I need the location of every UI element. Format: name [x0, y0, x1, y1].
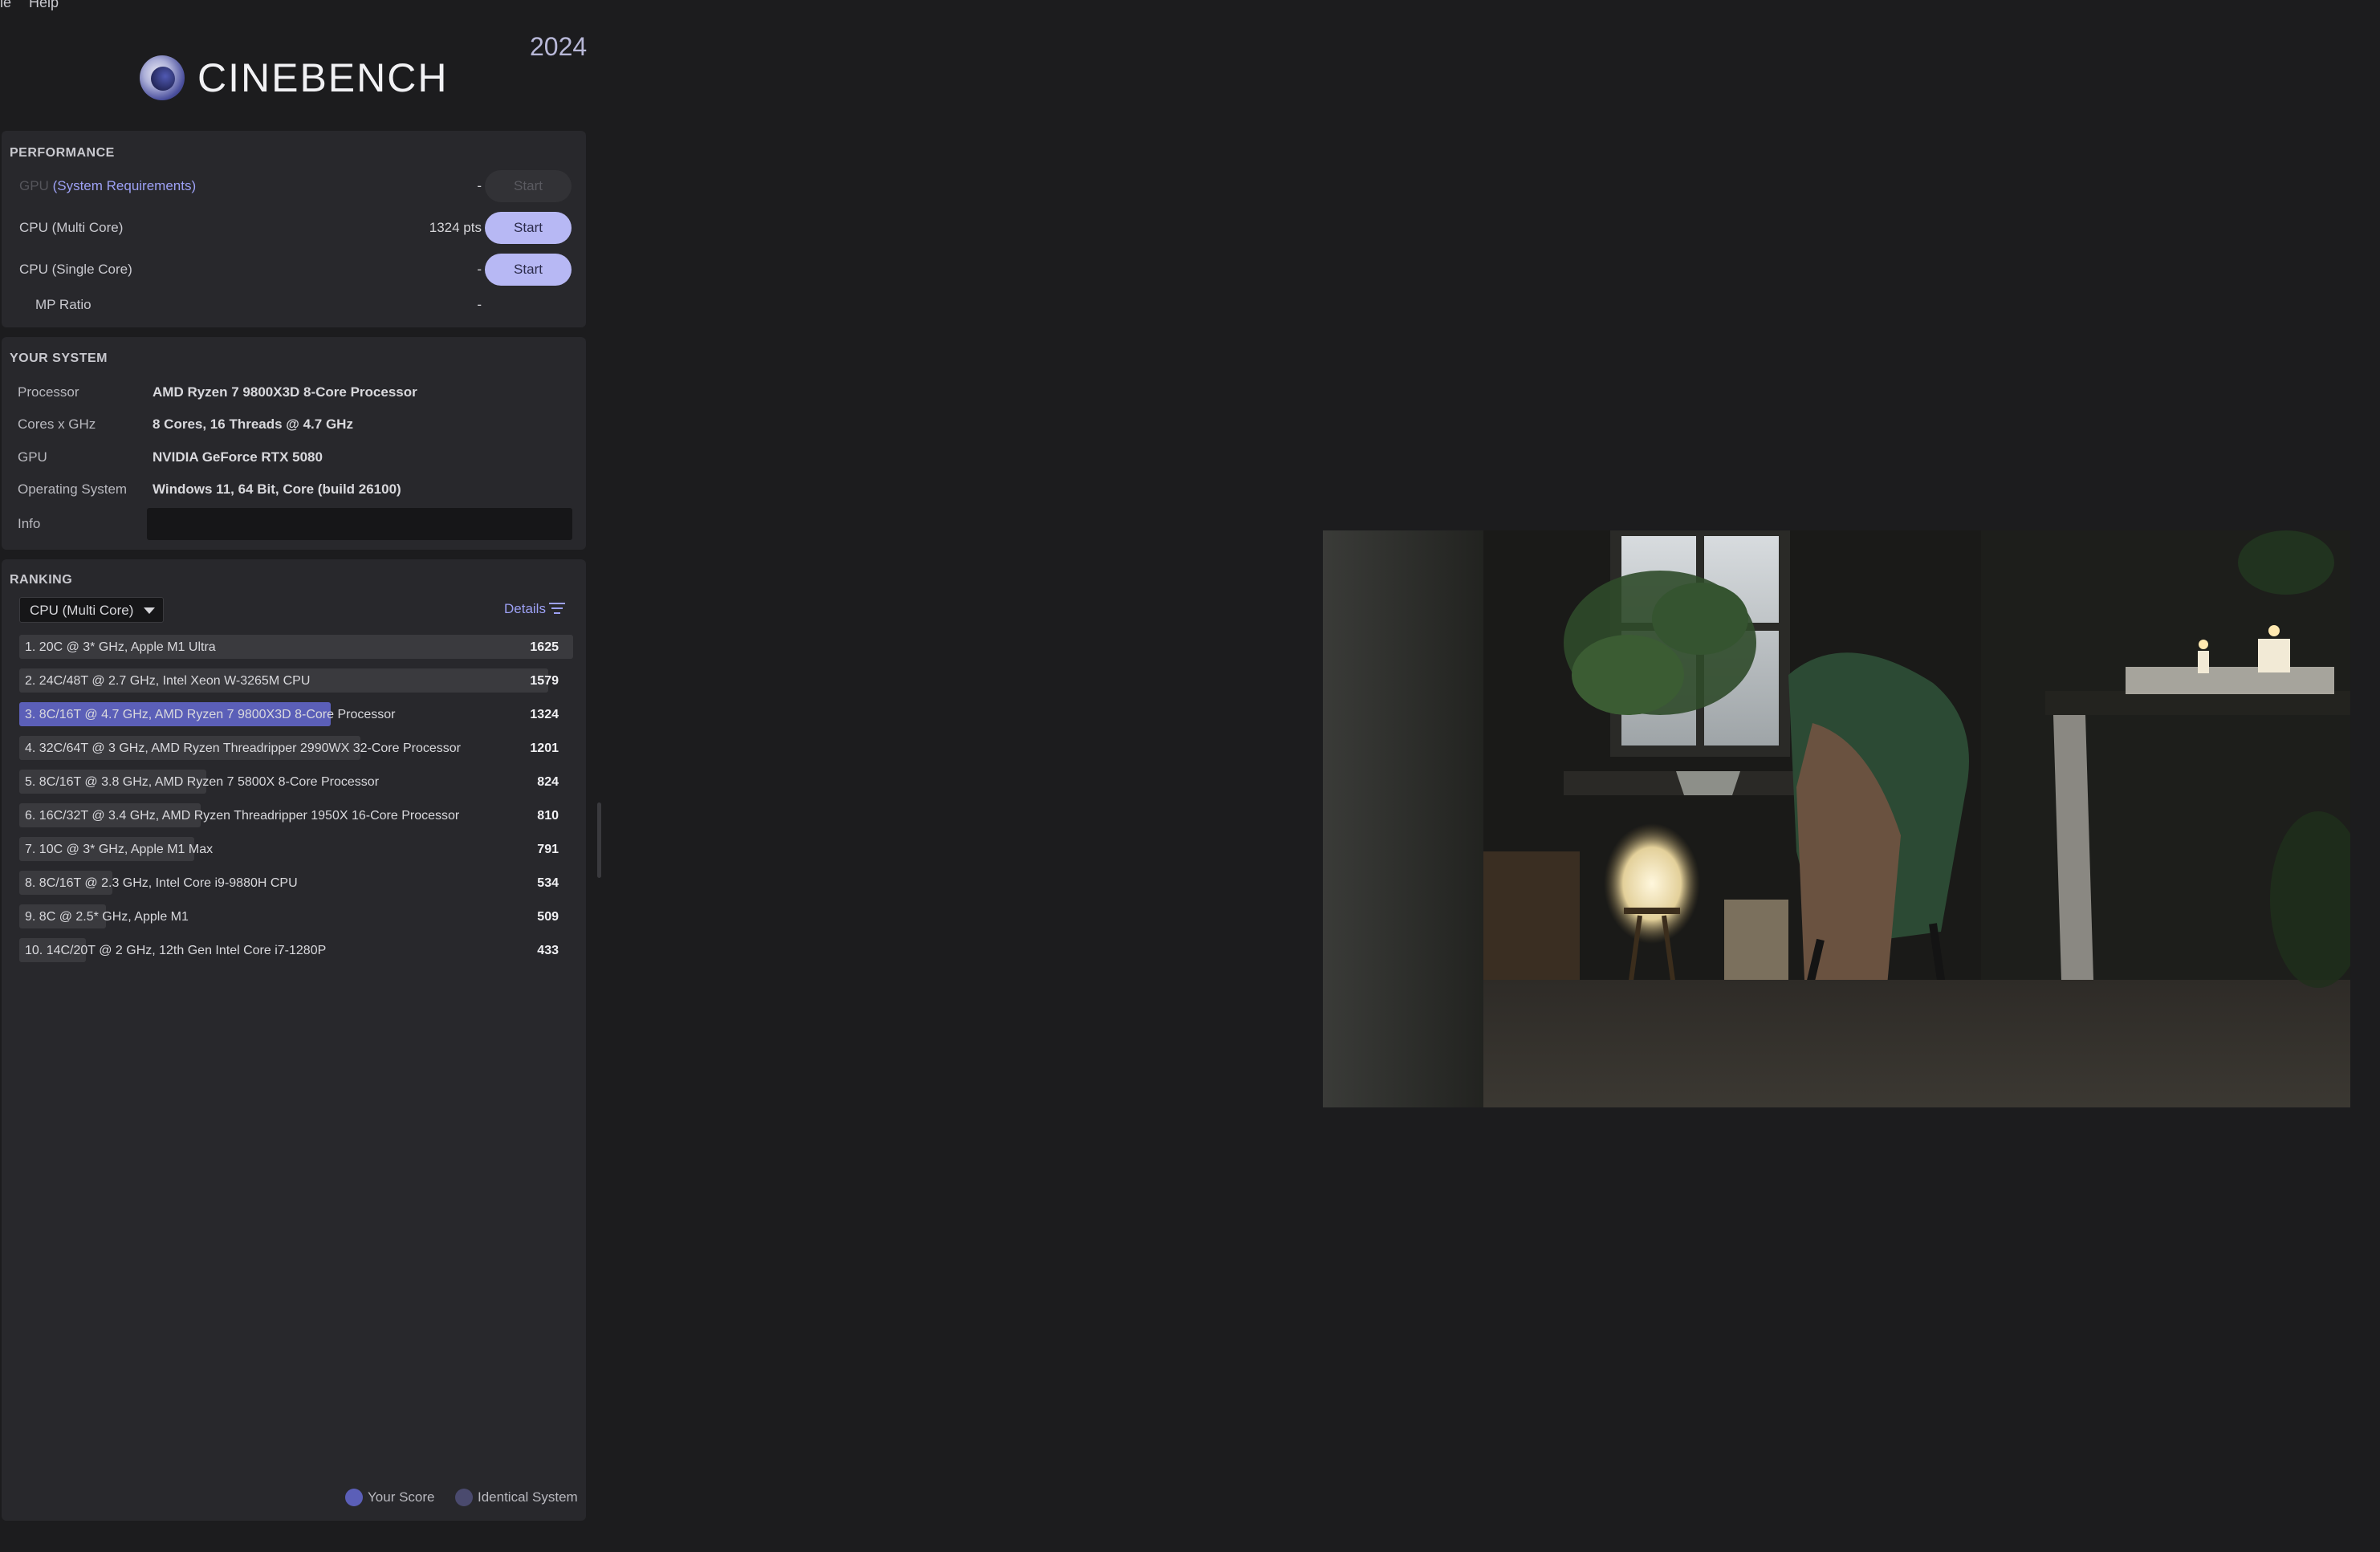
legend-your-score: Your Score [345, 1489, 434, 1506]
system-value: NVIDIA GeForce RTX 5080 [153, 449, 323, 465]
ranking-score: 824 [537, 775, 559, 789]
ranking-score: 1201 [530, 741, 559, 755]
gpu-start-button[interactable]: Start [485, 170, 572, 202]
chevron-down-icon [144, 607, 155, 614]
your-score-dot-icon [345, 1489, 363, 1506]
mp-ratio-label: MP Ratio [35, 297, 92, 312]
ranking-score: 433 [537, 944, 559, 957]
cpu-multi-score: 1324 pts [429, 220, 482, 235]
legend-your-score-label: Your Score [368, 1489, 435, 1505]
legend-identical-system: Identical System [455, 1489, 578, 1506]
render-preview-image [1323, 530, 2350, 1107]
gpu-label: GPU [19, 178, 49, 193]
perf-row-cpu-multi: CPU (Multi Core) 1324 pts Start [19, 212, 581, 244]
ranking-row: 7. 10C @ 3* GHz, Apple M1 Max 791 [19, 837, 573, 861]
ranking-category-value: CPU (Multi Core) [30, 603, 134, 618]
cpu-single-label: CPU (Single Core) [19, 262, 132, 277]
system-title: YOUR SYSTEM [10, 351, 108, 365]
info-label: Info [18, 516, 41, 531]
performance-panel: PERFORMANCE GPU (System Requirements) - … [2, 131, 586, 327]
ranking-row: 6. 16C/32T @ 3.4 GHz, AMD Ryzen Threadri… [19, 803, 573, 827]
ranking-label: 4. 32C/64T @ 3 GHz, AMD Ryzen Threadripp… [25, 741, 461, 755]
ranking-row: 2. 24C/48T @ 2.7 GHz, Intel Xeon W-3265M… [19, 668, 573, 693]
ranking-label: 10. 14C/20T @ 2 GHz, 12th Gen Intel Core… [25, 944, 327, 957]
ranking-label: 3. 8C/16T @ 4.7 GHz, AMD Ryzen 7 9800X3D… [25, 708, 396, 721]
ranking-label: 7. 10C @ 3* GHz, Apple M1 Max [25, 843, 214, 856]
ranking-row: 4. 32C/64T @ 3 GHz, AMD Ryzen Threadripp… [19, 736, 573, 760]
system-key: Processor [18, 384, 79, 400]
filter-icon[interactable] [549, 603, 565, 616]
identical-system-dot-icon [455, 1489, 473, 1506]
system-value: Windows 11, 64 Bit, Core (build 26100) [153, 481, 401, 497]
info-field[interactable] [147, 508, 572, 540]
menu-file[interactable]: le [0, 0, 11, 10]
system-value: 8 Cores, 16 Threads @ 4.7 GHz [153, 416, 353, 432]
render-scene [1323, 530, 2350, 1107]
ranking-score: 1579 [530, 674, 559, 688]
legend-identical-label: Identical System [478, 1489, 578, 1505]
ranking-label: 2. 24C/48T @ 2.7 GHz, Intel Xeon W-3265M… [25, 674, 311, 688]
system-key: Cores x GHz [18, 416, 96, 432]
ranking-row: 10. 14C/20T @ 2 GHz, 12th Gen Intel Core… [19, 938, 573, 962]
splitter-handle[interactable] [597, 802, 601, 878]
gpu-score: - [477, 178, 482, 193]
ranking-score: 810 [537, 809, 559, 823]
app-name: CINEBENCH [197, 55, 449, 100]
perf-row-mp-ratio: MP Ratio - [19, 289, 581, 321]
ranking-row: 5. 8C/16T @ 3.8 GHz, AMD Ryzen 7 5800X 8… [19, 770, 573, 794]
mp-ratio-value: - [477, 297, 482, 312]
ranking-row-your-score: 3. 8C/16T @ 4.7 GHz, AMD Ryzen 7 9800X3D… [19, 702, 573, 726]
performance-title: PERFORMANCE [10, 146, 115, 160]
ranking-label: 5. 8C/16T @ 3.8 GHz, AMD Ryzen 7 5800X 8… [25, 775, 380, 789]
cpu-multi-start-button[interactable]: Start [485, 212, 572, 244]
ranking-score: 1625 [530, 640, 559, 654]
ranking-label: 6. 16C/32T @ 3.4 GHz, AMD Ryzen Threadri… [25, 809, 460, 823]
system-key: Operating System [18, 481, 128, 497]
ranking-row: 9. 8C @ 2.5* GHz, Apple M1 509 [19, 904, 573, 928]
ranking-category-select[interactable]: CPU (Multi Core) [19, 597, 164, 623]
app-year: 2024 [530, 32, 588, 61]
cpu-single-score: - [477, 262, 482, 277]
ranking-row: 1. 20C @ 3* GHz, Apple M1 Ultra 1625 [19, 635, 573, 659]
ranking-title: RANKING [10, 573, 73, 587]
system-value: AMD Ryzen 7 9800X3D 8-Core Processor [153, 384, 417, 400]
perf-row-gpu: GPU (System Requirements) - Start [19, 170, 581, 202]
system-key: GPU [18, 449, 47, 465]
ranking-label: 9. 8C @ 2.5* GHz, Apple M1 [25, 910, 189, 924]
ranking-label: 8. 8C/16T @ 2.3 GHz, Intel Core i9-9880H… [25, 876, 298, 890]
ranking-row: 8. 8C/16T @ 2.3 GHz, Intel Core i9-9880H… [19, 871, 573, 895]
details-button[interactable]: Details [504, 601, 546, 617]
ranking-label: 1. 20C @ 3* GHz, Apple M1 Ultra [25, 640, 216, 654]
cpu-multi-label: CPU (Multi Core) [19, 220, 124, 235]
ranking-score: 534 [537, 876, 559, 890]
ranking-score: 791 [537, 843, 559, 856]
ranking-score: 1324 [530, 708, 559, 721]
app-logo: CINEBENCH [140, 55, 448, 101]
perf-row-cpu-single: CPU (Single Core) - Start [19, 254, 581, 286]
cinebench-logo-icon [140, 55, 185, 100]
cpu-single-start-button[interactable]: Start [485, 254, 572, 286]
ranking-score: 509 [537, 910, 559, 924]
menu-help[interactable]: Help [29, 0, 59, 10]
system-requirements-link[interactable]: (System Requirements) [53, 178, 197, 193]
